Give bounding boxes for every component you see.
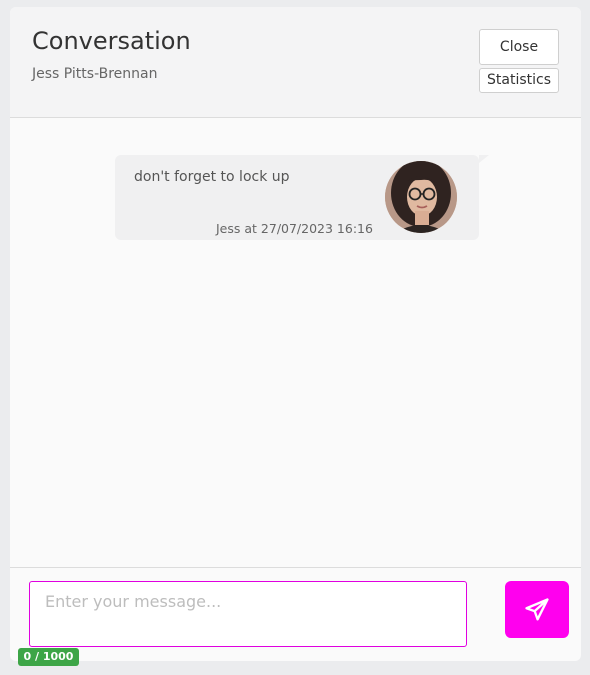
message-bubble: don't forget to lock up Jess at 27/07/20…	[115, 155, 489, 240]
page-title: Conversation	[32, 27, 191, 55]
avatar	[385, 161, 457, 233]
statistics-button[interactable]: Statistics	[479, 68, 559, 93]
paper-plane-icon	[525, 597, 549, 620]
contact-name: Jess Pitts-Brennan	[32, 66, 158, 82]
composer-divider	[10, 567, 581, 568]
character-counter: 0 / 1000	[18, 648, 79, 666]
message-text: don't forget to lock up	[134, 169, 290, 185]
conversation-header: Conversation Jess Pitts-Brennan Close St…	[10, 7, 581, 118]
close-button[interactable]: Close	[479, 29, 559, 65]
message-input[interactable]	[29, 581, 467, 647]
user-avatar-photo	[385, 161, 457, 233]
send-button[interactable]	[505, 581, 569, 638]
conversation-panel: Conversation Jess Pitts-Brennan Close St…	[10, 7, 581, 661]
message-meta: Jess at 27/07/2023 16:16	[216, 221, 373, 236]
